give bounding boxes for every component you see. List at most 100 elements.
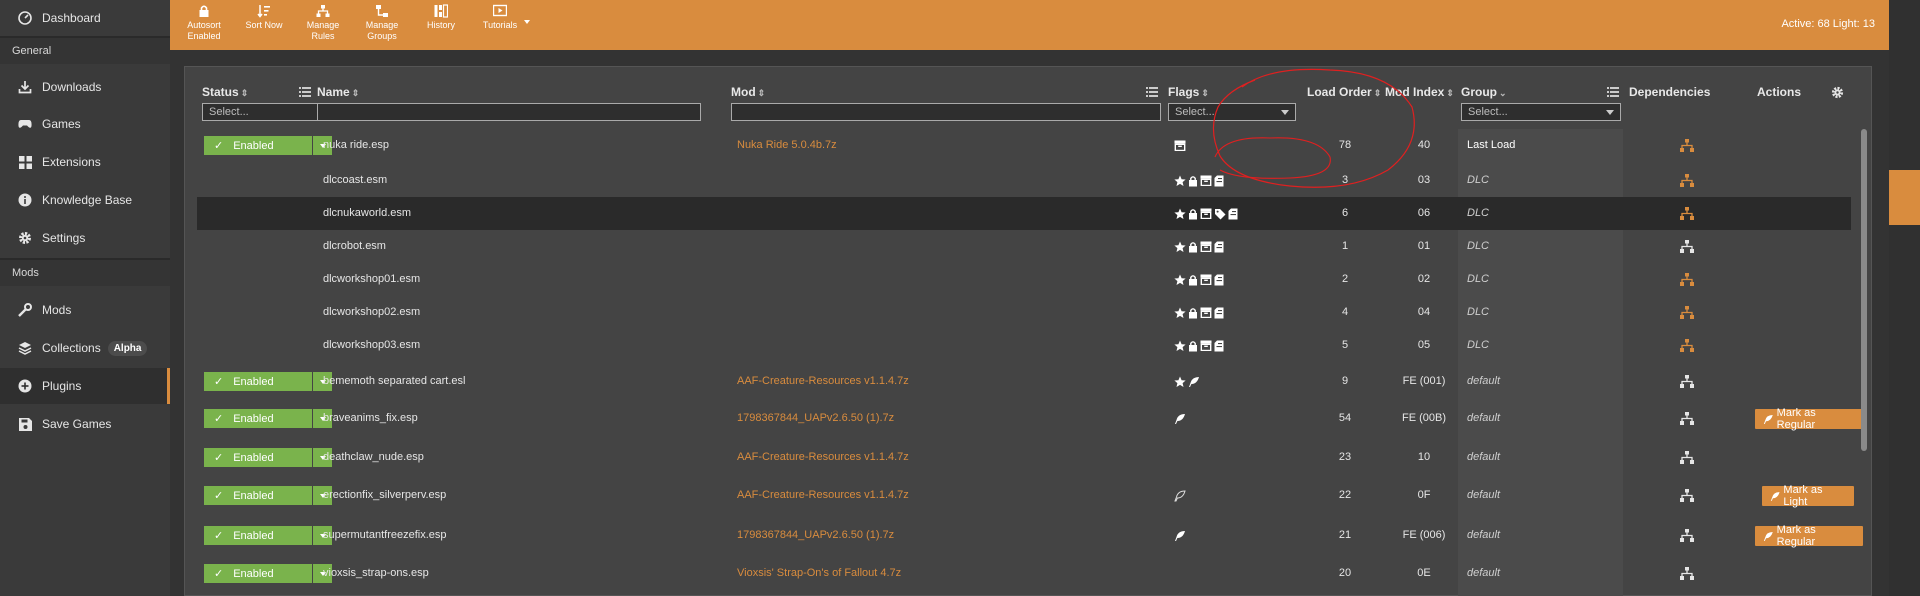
table-row[interactable]: ✓ Enabled vioxsis_strap-ons.esp Vioxsis' St… xyxy=(197,557,1851,590)
dependencies-icon[interactable] xyxy=(1680,375,1694,388)
mod-link[interactable]: AAF-Creature-Resources v1.1.4.7z xyxy=(737,479,909,512)
dependencies-icon[interactable] xyxy=(1680,240,1694,253)
enabled-button[interactable]: ✓ Enabled xyxy=(204,526,312,545)
column-header-group[interactable]: Group ⌄ xyxy=(1461,85,1507,99)
enabled-button[interactable]: ✓ Enabled xyxy=(204,564,312,583)
mark-as-button[interactable]: Mark as Regular xyxy=(1755,407,1863,431)
column-header-dependencies[interactable]: Dependencies xyxy=(1629,85,1710,99)
table-row[interactable]: dlccoast.esm 3 03 DLC xyxy=(197,164,1851,197)
sidebar-item-dashboard[interactable]: Dashboard xyxy=(0,0,170,36)
table-row[interactable]: ✓ Enabled nuka ride.esp Nuka Ride 5.0.4b.7z… xyxy=(197,129,1851,162)
status-toggle[interactable]: ✓ Enabled xyxy=(204,136,332,155)
table-row[interactable]: ✓ Enabled deathclaw_nude.esp AAF-Creature-R… xyxy=(197,441,1851,474)
enabled-button[interactable]: ✓ Enabled xyxy=(204,486,312,505)
table-row[interactable]: dlcrobot.esm 1 01 DLC xyxy=(197,230,1851,263)
status-toggle[interactable]: ✓ Enabled xyxy=(204,409,332,428)
dependencies-icon[interactable] xyxy=(1680,567,1694,580)
column-header-load-order[interactable]: Load Order ⇕ xyxy=(1307,85,1381,99)
sidebar-item-games[interactable]: Games xyxy=(0,106,170,142)
plugin-group[interactable]: DLC xyxy=(1467,197,1489,230)
mark-as-button[interactable]: Mark as Light xyxy=(1762,484,1854,508)
sort-now-button[interactable]: Sort Now xyxy=(236,4,292,31)
status-toggle[interactable]: ✓ Enabled xyxy=(204,448,332,467)
column-header-mod[interactable]: Mod ⇕ xyxy=(731,85,765,99)
dependencies-icon[interactable] xyxy=(1680,489,1694,502)
name-filter-input[interactable] xyxy=(317,103,701,121)
sidebar-item-save-games[interactable]: Save Games xyxy=(0,406,170,442)
table-row[interactable]: ✓ Enabled braveanims_fix.esp 1798367844_UAP… xyxy=(197,402,1863,435)
mod-link[interactable]: AAF-Creature-Resources v1.1.4.7z xyxy=(737,365,909,398)
status-toggle[interactable]: ✓ Enabled xyxy=(204,564,332,583)
enabled-button[interactable]: ✓ Enabled xyxy=(204,136,312,155)
mod-link[interactable]: 1798367844_UAPv2.6.50 (1).7z xyxy=(737,402,894,435)
gear-icon[interactable] xyxy=(1831,86,1844,99)
plugin-group[interactable]: default xyxy=(1467,479,1500,512)
plugin-group[interactable]: default xyxy=(1467,519,1500,552)
group-filter[interactable]: Select... xyxy=(1461,103,1621,121)
sidebar-item-label: Mods xyxy=(42,303,72,317)
autosort-button[interactable]: Autosort Enabled xyxy=(176,4,232,42)
mod-link[interactable]: Nuka Ride 5.0.4b.7z xyxy=(737,129,837,162)
mod-link[interactable]: Vioxsis' Strap-On's of Fallout 4.7z xyxy=(737,557,901,590)
dependencies-icon[interactable] xyxy=(1680,139,1694,152)
table-scrollbar[interactable] xyxy=(1861,129,1867,451)
status-toggle[interactable]: ✓ Enabled xyxy=(204,486,332,505)
list-icon[interactable] xyxy=(299,87,311,97)
status-filter[interactable]: Select... xyxy=(202,103,332,121)
column-header-mod-index[interactable]: Mod Index ⇕ xyxy=(1385,85,1454,99)
plugin-group[interactable]: default xyxy=(1467,557,1500,590)
flags-filter[interactable]: Select... xyxy=(1168,103,1296,121)
manage-rules-button[interactable]: Manage Rules xyxy=(295,4,351,42)
dependencies-icon[interactable] xyxy=(1680,207,1694,220)
sidebar-item-mods[interactable]: Mods xyxy=(0,292,170,328)
dependencies-icon[interactable] xyxy=(1680,306,1694,319)
table-row[interactable]: ✓ Enabled supermutantfreezefix.esp 17983678… xyxy=(197,519,1863,552)
column-header-flags[interactable]: Flags ⇕ xyxy=(1168,85,1209,99)
plugin-group[interactable]: default xyxy=(1467,441,1500,474)
sidebar-item-extensions[interactable]: Extensions xyxy=(0,144,170,180)
tutorials-button[interactable]: Tutorials xyxy=(472,4,530,31)
list-icon[interactable] xyxy=(1607,87,1619,97)
document-icon xyxy=(1214,274,1224,285)
plugin-group[interactable]: DLC xyxy=(1467,164,1489,197)
plugin-group[interactable]: DLC xyxy=(1467,329,1489,362)
sidebar-item-collections[interactable]: Collections Alpha xyxy=(0,330,170,366)
status-toggle[interactable]: ✓ Enabled xyxy=(204,526,332,545)
plugin-group[interactable]: Last Load xyxy=(1467,129,1515,162)
table-row[interactable]: dlcworkshop01.esm 2 02 DLC xyxy=(197,263,1851,296)
column-header-status[interactable]: Status ⇕ xyxy=(202,85,248,99)
enabled-button[interactable]: ✓ Enabled xyxy=(204,448,312,467)
list-icon[interactable] xyxy=(1146,87,1158,97)
table-row[interactable]: ✓ Enabled erectionfix_silverperv.esp AAF-Cr… xyxy=(197,479,1854,512)
table-row[interactable]: dlcnukaworld.esm 6 06 DLC xyxy=(197,197,1851,230)
dependencies-icon[interactable] xyxy=(1680,451,1694,464)
plugin-group[interactable]: default xyxy=(1467,365,1500,398)
sort-icon: ⇕ xyxy=(351,88,360,98)
history-button[interactable]: History xyxy=(413,4,469,31)
sidebar-item-knowledge-base[interactable]: Knowledge Base xyxy=(0,182,170,218)
column-header-name[interactable]: Name ⇕ xyxy=(317,85,359,99)
sidebar-item-plugins[interactable]: Plugins xyxy=(0,368,170,404)
dependencies-icon[interactable] xyxy=(1680,273,1694,286)
mark-as-button[interactable]: Mark as Regular xyxy=(1755,524,1863,548)
dependencies-icon[interactable] xyxy=(1680,174,1694,187)
mod-link[interactable]: 1798367844_UAPv2.6.50 (1).7z xyxy=(737,519,894,552)
table-row[interactable]: ✓ Enabled bememoth separated cart.esl AAF-C… xyxy=(197,365,1851,398)
plugin-group[interactable]: default xyxy=(1467,402,1500,435)
mod-filter-input[interactable] xyxy=(731,103,1161,121)
table-row[interactable]: dlcworkshop03.esm 5 05 DLC xyxy=(197,329,1851,362)
plugin-group[interactable]: DLC xyxy=(1467,296,1489,329)
plugin-group[interactable]: DLC xyxy=(1467,230,1489,263)
dependencies-icon[interactable] xyxy=(1680,339,1694,352)
plugin-group[interactable]: DLC xyxy=(1467,263,1489,296)
table-row[interactable]: dlcworkshop02.esm 4 04 DLC xyxy=(197,296,1851,329)
dependencies-icon[interactable] xyxy=(1680,412,1694,425)
manage-groups-button[interactable]: Manage Groups xyxy=(354,4,410,42)
sidebar-item-downloads[interactable]: Downloads xyxy=(0,69,170,105)
enabled-button[interactable]: ✓ Enabled xyxy=(204,409,312,428)
dependencies-icon[interactable] xyxy=(1680,529,1694,542)
sidebar-item-settings[interactable]: Settings xyxy=(0,220,170,256)
status-toggle[interactable]: ✓ Enabled xyxy=(204,372,332,391)
mod-link[interactable]: AAF-Creature-Resources v1.1.4.7z xyxy=(737,441,909,474)
enabled-button[interactable]: ✓ Enabled xyxy=(204,372,312,391)
